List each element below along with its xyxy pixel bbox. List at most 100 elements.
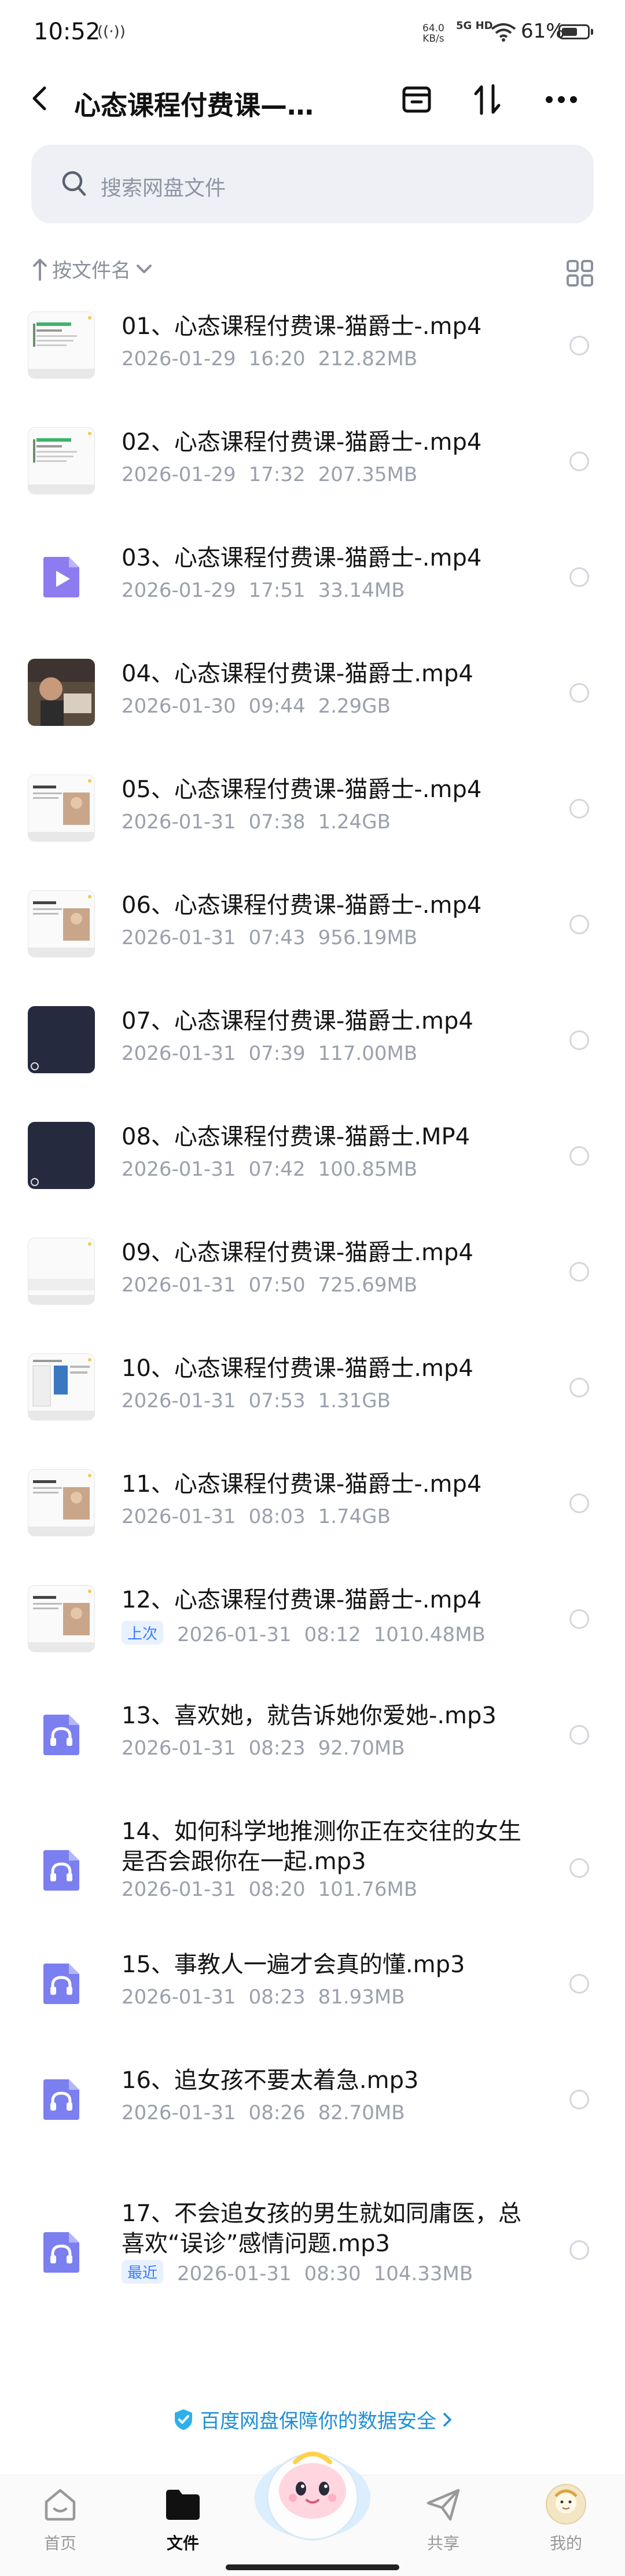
file-date: 2026-01-31 [122,2101,236,2124]
sort-order-button[interactable] [470,82,505,117]
file-row[interactable]: 12、心态课程付费课-猫爵士-.mp4 上次 2026-01-31 08:12 1010… [0,1575,625,1685]
file-row[interactable]: 04、心态课程付费课-猫爵士.mp4 2026-01-30 09:44 2.29GB [0,648,625,758]
file-row[interactable]: 07、心态课程付费课-猫爵士.mp4 2026-01-31 07:39 117.00M… [0,996,625,1106]
tab-share[interactable]: 共享 [397,2481,490,2554]
sort-label: 按文件名 [52,259,131,282]
tab-profile[interactable]: 我的 [520,2481,612,2554]
select-checkbox[interactable] [569,1858,589,1878]
file-meta: 2026-01-31 07:39 117.00MB [122,1042,417,1065]
select-checkbox[interactable] [569,1378,589,1397]
sort-by-name-button[interactable]: 按文件名 [32,255,153,283]
status-badge: 最近 [122,2260,164,2284]
status-badge: 上次 [122,1621,164,1645]
file-time: 07:42 [248,1158,306,1181]
file-row[interactable]: 15、事教人一遍才会真的懂.mp3 2026-01-31 08:23 81.93MB [0,1939,625,2049]
file-date: 2026-01-29 [122,579,236,602]
file-name: 10、心态课程付费课-猫爵士.mp4 [122,1355,473,1382]
share-icon [427,2489,460,2521]
video-thumbnail [28,890,95,957]
battery-icon [558,24,590,39]
file-size: 956.19MB [318,926,418,949]
select-checkbox[interactable] [569,2090,589,2109]
net-speed: 64.0 KB/s [422,23,444,45]
file-date: 2026-01-31 [177,2262,292,2285]
file-size: 100.85MB [318,1158,418,1181]
file-row[interactable]: 08、心态课程付费课-猫爵士.MP4 2026-01-31 07:42 100.85M… [0,1111,625,1221]
file-size: 1.74GB [318,1505,391,1528]
file-meta: 2026-01-31 08:26 82.70MB [122,2101,405,2124]
select-checkbox[interactable] [569,799,589,819]
file-size: 2.29GB [318,695,391,718]
more-button[interactable] [544,82,579,117]
file-time: 08:30 [304,2262,361,2285]
file-date: 2026-01-31 [122,810,236,834]
file-date: 2026-01-29 [122,463,236,486]
page-title: 心态课程付费课—… [74,90,314,121]
select-checkbox[interactable] [569,567,589,587]
file-size: 82.70MB [318,2101,405,2124]
file-time: 08:23 [248,1986,306,2009]
file-time: 07:38 [248,810,306,834]
file-meta: 2026-01-31 07:38 1.24GB [122,810,391,834]
file-date: 2026-01-31 [122,926,236,949]
file-row[interactable]: 11、心态课程付费课-猫爵士-.mp4 2026-01-31 08:03 1.74GB [0,1459,625,1569]
select-checkbox[interactable] [569,1609,589,1629]
file-meta: 最近 2026-01-31 08:30 104.33MB [122,2260,473,2285]
file-size: 104.33MB [373,2262,473,2285]
select-checkbox[interactable] [569,1262,589,1282]
select-checkbox[interactable] [569,1030,589,1050]
select-checkbox[interactable] [569,1146,589,1166]
file-row[interactable]: 03、心态课程付费课-猫爵士-.mp4 2026-01-29 17:51 33.14M… [0,533,625,643]
select-checkbox[interactable] [569,915,589,934]
audio-file-icon [28,2218,95,2285]
video-thumbnail [28,427,95,494]
shield-icon [175,2409,192,2430]
file-row[interactable]: 10、心态课程付费课-猫爵士.mp4 2026-01-31 07:53 1.31GB [0,1343,625,1453]
select-checkbox[interactable] [569,1725,589,1745]
file-row[interactable]: 05、心态课程付费课-猫爵士-.mp4 2026-01-31 07:38 1.24GB [0,764,625,874]
home-indicator [226,2564,399,2570]
file-name: 13、喜欢她，就告诉她你爱她-.mp3 [122,1702,497,1729]
more-dots-icon [546,96,577,103]
tab-home[interactable]: 首页 [14,2481,106,2554]
select-checkbox[interactable] [569,1974,589,1994]
file-row[interactable]: 13、喜欢她，就告诉她你爱她-.mp3 2026-01-31 08:23 92.70M… [0,1690,625,1800]
select-checkbox[interactable] [569,683,589,703]
chevron-down-icon [137,264,152,273]
mascot-button[interactable] [249,2428,376,2544]
file-row[interactable]: 09、心态课程付费课-猫爵士.mp4 2026-01-31 07:50 725.69M… [0,1227,625,1337]
file-row[interactable]: 02、心态课程付费课-猫爵士-.mp4 2026-01-29 17:32 207.35… [0,417,625,527]
select-checkbox[interactable] [569,2240,589,2260]
search-input[interactable]: 搜索网盘文件 [31,145,594,223]
folder-icon [166,2490,200,2520]
video-thumbnail [28,1122,95,1189]
select-checkbox[interactable] [569,452,589,471]
file-row[interactable]: 14、如何科学地推测你正在交往的女生是否会跟你在一起.mp3 2026-01-31… [0,1806,625,1933]
file-name: 15、事教人一遍才会真的懂.mp3 [122,1951,465,1978]
file-name: 11、心态课程付费课-猫爵士-.mp4 [122,1471,482,1498]
file-row[interactable]: 17、不会追女孩的男生就如同庸医，总喜欢“误诊”感情问题.mp3 最近 2026-0… [0,2188,625,2316]
file-date: 2026-01-31 [122,1986,236,2009]
file-size: 1.31GB [318,1389,391,1412]
file-meta: 2026-01-31 07:43 956.19MB [122,926,417,949]
arrow-up-icon [33,258,47,281]
file-time: 07:39 [248,1042,306,1065]
search-icon [62,171,86,196]
archive-button[interactable] [399,82,434,117]
tab-files[interactable]: 文件 [137,2481,229,2554]
video-thumbnail [28,775,95,842]
file-time: 16:20 [248,347,306,370]
file-meta: 上次 2026-01-31 08:12 1010.48MB [122,1621,486,1646]
file-row[interactable]: 16、追女孩不要太着急.mp3 2026-01-31 08:26 82.70MB [0,2055,625,2165]
file-row[interactable]: 06、心态课程付费课-猫爵士-.mp4 2026-01-31 07:43 956.19… [0,880,625,990]
file-time: 09:44 [248,695,306,718]
file-time: 17:51 [248,579,306,602]
select-checkbox[interactable] [569,1494,589,1513]
grid-view-icon[interactable] [566,259,594,287]
file-date: 2026-01-31 [122,1042,236,1065]
file-row[interactable]: 01、心态课程付费课-猫爵士-.mp4 2026-01-29 16:20 212.82… [0,301,625,411]
select-checkbox[interactable] [569,336,589,355]
back-button[interactable] [23,82,56,115]
status-bar: 10:52 ((·)) 64.0 KB/s 5G HD 61% [0,0,625,64]
file-name: 07、心态课程付费课-猫爵士.mp4 [122,1008,473,1034]
